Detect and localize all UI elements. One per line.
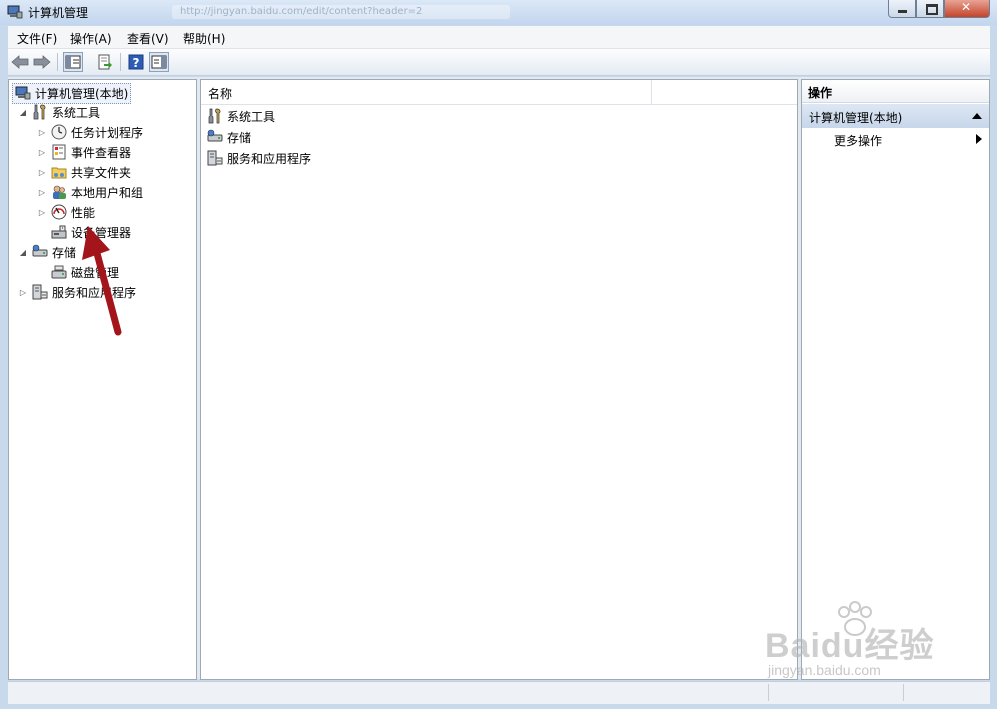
menu-bar: 文件(F) 操作(A) 查看(V) 帮助(H) bbox=[8, 26, 990, 49]
more-actions-label: 更多操作 bbox=[834, 134, 883, 148]
users-icon bbox=[53, 185, 66, 199]
list-item-label: 系统工具 bbox=[227, 109, 276, 124]
ghost-address-bar: http://jingyan.baidu.com/edit/content?he… bbox=[172, 5, 510, 19]
results-list-pane: 名称 系统工具 存储 服务和应用程序 bbox=[200, 79, 798, 680]
baidu-watermark: Baidu经验 jingyan.baidu.com bbox=[760, 600, 950, 690]
maximize-button[interactable] bbox=[916, 0, 944, 18]
forward-icon[interactable] bbox=[32, 52, 52, 72]
expand-arrow-icon[interactable]: ▷ bbox=[37, 167, 47, 177]
title-bar: 计算机管理 http://jingyan.baidu.com/edit/cont… bbox=[0, 0, 997, 25]
actions-pane: 操作 计算机管理(本地) 更多操作 bbox=[801, 79, 990, 680]
collapse-arrow-icon[interactable]: ◢ bbox=[18, 247, 28, 257]
tree-item-event-viewer[interactable]: ▷ 事件查看器 bbox=[37, 142, 131, 162]
submenu-arrow-icon bbox=[976, 134, 982, 144]
actions-title: 操作 bbox=[808, 86, 833, 100]
tree-item-storage[interactable]: ◢ 存储 bbox=[18, 242, 76, 262]
list-item-services-apps[interactable]: 服务和应用程序 bbox=[207, 148, 311, 168]
storage-icon bbox=[207, 129, 223, 142]
tree-item-label: 性能 bbox=[71, 205, 96, 220]
minimize-button[interactable] bbox=[888, 0, 916, 18]
list-item-system-tools[interactable]: 系统工具 bbox=[207, 106, 275, 126]
tools-icon bbox=[33, 104, 46, 120]
list-item-label: 服务和应用程序 bbox=[227, 151, 312, 166]
help-icon[interactable]: ? bbox=[126, 52, 146, 72]
export-list-icon[interactable] bbox=[95, 52, 115, 72]
device-manager-icon bbox=[51, 225, 67, 239]
services-icon bbox=[207, 150, 223, 166]
actions-section-header[interactable]: 计算机管理(本地) bbox=[802, 104, 989, 128]
close-button[interactable] bbox=[944, 0, 990, 18]
tree-item-label: 本地用户和组 bbox=[71, 185, 144, 200]
event-viewer-icon bbox=[52, 144, 66, 160]
clock-icon bbox=[51, 124, 67, 140]
back-icon[interactable] bbox=[10, 52, 30, 72]
tree-item-local-users[interactable]: ▷ 本地用户和组 bbox=[37, 182, 143, 202]
tree-item-label: 系统工具 bbox=[52, 105, 101, 120]
menu-help[interactable]: 帮助(H) bbox=[183, 30, 225, 47]
more-actions-item[interactable]: 更多操作 bbox=[802, 128, 989, 150]
menu-file[interactable]: 文件(F) bbox=[17, 30, 57, 47]
list-column-header[interactable]: 名称 bbox=[201, 80, 797, 105]
watermark-text: Baidu经验 bbox=[765, 627, 935, 665]
actions-header: 操作 bbox=[802, 80, 989, 103]
expand-arrow-icon[interactable]: ▷ bbox=[37, 187, 47, 197]
expand-arrow-icon[interactable]: ▷ bbox=[37, 147, 47, 157]
tree-item-task-scheduler[interactable]: ▷ 任务计划程序 bbox=[37, 122, 143, 142]
computer-management-icon bbox=[15, 86, 31, 100]
menu-action[interactable]: 操作(A) bbox=[70, 30, 112, 47]
show-hide-action-pane-icon[interactable] bbox=[149, 52, 169, 72]
menu-view[interactable]: 查看(V) bbox=[127, 30, 169, 47]
tree-item-label: 共享文件夹 bbox=[71, 165, 132, 180]
list-item-storage[interactable]: 存储 bbox=[207, 127, 251, 147]
column-divider[interactable] bbox=[651, 80, 652, 104]
annotation-arrow-icon bbox=[82, 226, 122, 336]
tree-item-performance[interactable]: ▷ 性能 bbox=[37, 202, 95, 222]
tree-item-label: 存储 bbox=[52, 245, 77, 260]
tree-item-shared-folders[interactable]: ▷ 共享文件夹 bbox=[37, 162, 131, 182]
tree-item-system-tools[interactable]: ◢ 系统工具 bbox=[18, 102, 100, 122]
console-tree-pane: 计算机管理(本地) ◢ 系统工具 ▷ 任务计划程序 ▷ 事件查看器 ▷ 共享文件… bbox=[8, 79, 197, 680]
client-area: 计算机管理(本地) ◢ 系统工具 ▷ 任务计划程序 ▷ 事件查看器 ▷ 共享文件… bbox=[8, 77, 990, 680]
collapse-triangle-icon[interactable] bbox=[972, 113, 982, 119]
toolbar: ? bbox=[8, 49, 990, 76]
tree-item-label: 任务计划程序 bbox=[71, 125, 144, 140]
actions-section-label: 计算机管理(本地) bbox=[809, 111, 903, 125]
collapse-arrow-icon[interactable]: ◢ bbox=[18, 107, 28, 117]
services-icon bbox=[32, 284, 48, 300]
tree-item-root[interactable]: 计算机管理(本地) bbox=[12, 82, 132, 104]
list-item-label: 存储 bbox=[227, 130, 252, 145]
storage-icon bbox=[32, 244, 48, 257]
tree-item-label: 事件查看器 bbox=[71, 145, 132, 160]
svg-text:?: ? bbox=[133, 56, 140, 70]
computer-management-icon bbox=[7, 5, 23, 19]
expand-arrow-icon[interactable]: ▷ bbox=[37, 127, 47, 137]
tree-item-label: 计算机管理(本地) bbox=[35, 86, 129, 101]
expand-arrow-icon[interactable]: ▷ bbox=[37, 207, 47, 217]
tools-icon bbox=[208, 108, 221, 124]
performance-gauge-icon bbox=[51, 204, 67, 220]
disk-management-icon bbox=[51, 265, 67, 279]
shared-folder-icon bbox=[51, 167, 67, 179]
expand-arrow-icon[interactable]: ▷ bbox=[18, 287, 28, 297]
watermark-sub: jingyan.baidu.com bbox=[768, 662, 881, 678]
window-title: 计算机管理 bbox=[28, 6, 89, 20]
column-name-label[interactable]: 名称 bbox=[208, 85, 232, 102]
show-hide-tree-icon[interactable] bbox=[63, 52, 83, 72]
